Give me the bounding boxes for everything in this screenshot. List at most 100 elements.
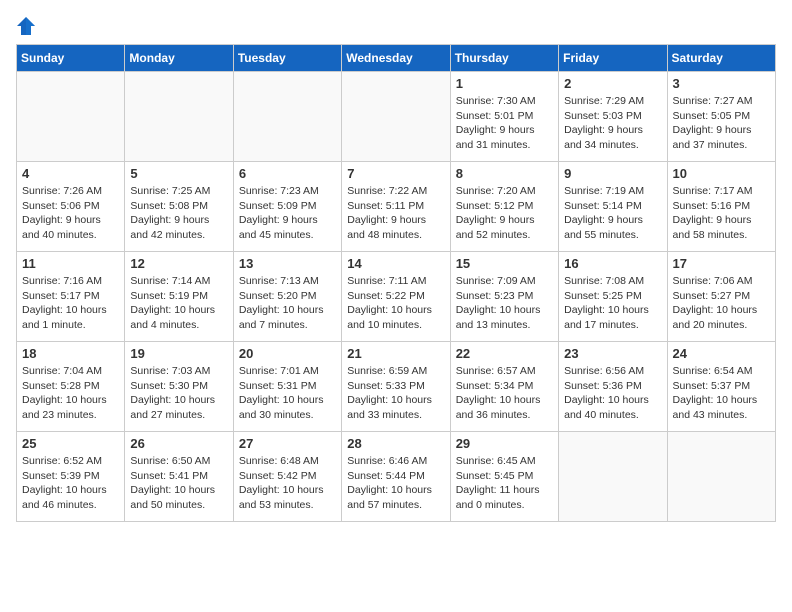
day-info: Sunrise: 6:45 AM Sunset: 5:45 PM Dayligh… bbox=[456, 454, 553, 513]
calendar-cell: 7 Sunrise: 7:22 AM Sunset: 5:11 PM Daylig… bbox=[342, 162, 450, 252]
weekday-header-monday: Monday bbox=[125, 45, 233, 72]
day-number: 23 bbox=[564, 346, 661, 361]
day-number: 7 bbox=[347, 166, 444, 181]
day-info: Sunrise: 7:08 AM Sunset: 5:25 PM Dayligh… bbox=[564, 274, 661, 333]
weekday-header-sunday: Sunday bbox=[17, 45, 125, 72]
calendar-cell: 3Sunrise: 7:27 AM Sunset: 5:05 PM Daylig… bbox=[667, 72, 775, 162]
day-number: 11 bbox=[22, 256, 119, 271]
calendar-cell: 28 Sunrise: 6:46 AM Sunset: 5:44 PM Dayli… bbox=[342, 432, 450, 522]
day-number: 1 bbox=[456, 76, 553, 91]
day-info: Sunrise: 7:09 AM Sunset: 5:23 PM Dayligh… bbox=[456, 274, 553, 333]
day-number: 15 bbox=[456, 256, 553, 271]
day-number: 18 bbox=[22, 346, 119, 361]
day-info: Sunrise: 7:23 AM Sunset: 5:09 PM Dayligh… bbox=[239, 184, 336, 243]
calendar-table: SundayMondayTuesdayWednesdayThursdayFrid… bbox=[16, 44, 776, 522]
day-info: Sunrise: 7:03 AM Sunset: 5:30 PM Dayligh… bbox=[130, 364, 227, 423]
calendar-cell: 9 Sunrise: 7:19 AM Sunset: 5:14 PM Daylig… bbox=[559, 162, 667, 252]
calendar-cell bbox=[342, 72, 450, 162]
day-number: 29 bbox=[456, 436, 553, 451]
logo bbox=[16, 16, 40, 36]
calendar-cell bbox=[233, 72, 341, 162]
calendar-cell: 26 Sunrise: 6:50 AM Sunset: 5:41 PM Dayli… bbox=[125, 432, 233, 522]
day-number: 25 bbox=[22, 436, 119, 451]
calendar-cell: 17Sunrise: 7:06 AM Sunset: 5:27 PM Dayli… bbox=[667, 252, 775, 342]
day-number: 12 bbox=[130, 256, 227, 271]
day-number: 8 bbox=[456, 166, 553, 181]
page-header bbox=[16, 16, 776, 36]
day-info: Sunrise: 7:27 AM Sunset: 5:05 PM Dayligh… bbox=[673, 94, 770, 153]
day-number: 19 bbox=[130, 346, 227, 361]
calendar-cell: 21Sunrise: 6:59 AM Sunset: 5:33 PM Dayli… bbox=[342, 342, 450, 432]
day-number: 14 bbox=[347, 256, 444, 271]
day-info: Sunrise: 6:50 AM Sunset: 5:41 PM Dayligh… bbox=[130, 454, 227, 513]
calendar-cell: 20 Sunrise: 7:01 AM Sunset: 5:31 PM Dayli… bbox=[233, 342, 341, 432]
day-number: 28 bbox=[347, 436, 444, 451]
day-info: Sunrise: 7:13 AM Sunset: 5:20 PM Dayligh… bbox=[239, 274, 336, 333]
day-info: Sunrise: 7:26 AM Sunset: 5:06 PM Dayligh… bbox=[22, 184, 119, 243]
day-info: Sunrise: 6:54 AM Sunset: 5:37 PM Dayligh… bbox=[673, 364, 770, 423]
weekday-header-thursday: Thursday bbox=[450, 45, 558, 72]
day-number: 10 bbox=[673, 166, 770, 181]
day-info: Sunrise: 7:29 AM Sunset: 5:03 PM Dayligh… bbox=[564, 94, 661, 153]
day-info: Sunrise: 7:22 AM Sunset: 5:11 PM Dayligh… bbox=[347, 184, 444, 243]
day-info: Sunrise: 6:46 AM Sunset: 5:44 PM Dayligh… bbox=[347, 454, 444, 513]
day-info: Sunrise: 7:17 AM Sunset: 5:16 PM Dayligh… bbox=[673, 184, 770, 243]
calendar-cell: 12 Sunrise: 7:14 AM Sunset: 5:19 PM Dayli… bbox=[125, 252, 233, 342]
day-info: Sunrise: 6:56 AM Sunset: 5:36 PM Dayligh… bbox=[564, 364, 661, 423]
calendar-cell: 10 Sunrise: 7:17 AM Sunset: 5:16 PM Dayli… bbox=[667, 162, 775, 252]
day-number: 4 bbox=[22, 166, 119, 181]
calendar-cell: 11 Sunrise: 7:16 AM Sunset: 5:17 PM Dayli… bbox=[17, 252, 125, 342]
day-info: Sunrise: 6:57 AM Sunset: 5:34 PM Dayligh… bbox=[456, 364, 553, 423]
day-number: 5 bbox=[130, 166, 227, 181]
weekday-header-friday: Friday bbox=[559, 45, 667, 72]
weekday-header-tuesday: Tuesday bbox=[233, 45, 341, 72]
day-number: 27 bbox=[239, 436, 336, 451]
day-number: 21 bbox=[347, 346, 444, 361]
calendar-cell: 4 Sunrise: 7:26 AM Sunset: 5:06 PM Daylig… bbox=[17, 162, 125, 252]
day-number: 2 bbox=[564, 76, 661, 91]
calendar-cell: 6Sunrise: 7:23 AM Sunset: 5:09 PM Daylig… bbox=[233, 162, 341, 252]
calendar-cell bbox=[125, 72, 233, 162]
calendar-week-2: 4 Sunrise: 7:26 AM Sunset: 5:06 PM Daylig… bbox=[17, 162, 776, 252]
calendar-cell: 1 Sunrise: 7:30 AM Sunset: 5:01 PM Daylig… bbox=[450, 72, 558, 162]
day-info: Sunrise: 6:52 AM Sunset: 5:39 PM Dayligh… bbox=[22, 454, 119, 513]
day-info: Sunrise: 7:19 AM Sunset: 5:14 PM Dayligh… bbox=[564, 184, 661, 243]
logo-icon bbox=[16, 16, 36, 36]
calendar-cell: 8Sunrise: 7:20 AM Sunset: 5:12 PM Daylig… bbox=[450, 162, 558, 252]
calendar-week-1: 1 Sunrise: 7:30 AM Sunset: 5:01 PM Daylig… bbox=[17, 72, 776, 162]
calendar-cell: 19 Sunrise: 7:03 AM Sunset: 5:30 PM Dayli… bbox=[125, 342, 233, 432]
calendar-week-3: 11 Sunrise: 7:16 AM Sunset: 5:17 PM Dayli… bbox=[17, 252, 776, 342]
calendar-cell: 2 Sunrise: 7:29 AM Sunset: 5:03 PM Daylig… bbox=[559, 72, 667, 162]
day-info: Sunrise: 7:25 AM Sunset: 5:08 PM Dayligh… bbox=[130, 184, 227, 243]
day-info: Sunrise: 7:01 AM Sunset: 5:31 PM Dayligh… bbox=[239, 364, 336, 423]
calendar-cell: 23 Sunrise: 6:56 AM Sunset: 5:36 PM Dayli… bbox=[559, 342, 667, 432]
calendar-cell: 25 Sunrise: 6:52 AM Sunset: 5:39 PM Dayli… bbox=[17, 432, 125, 522]
day-number: 13 bbox=[239, 256, 336, 271]
calendar-cell: 15 Sunrise: 7:09 AM Sunset: 5:23 PM Dayli… bbox=[450, 252, 558, 342]
day-number: 22 bbox=[456, 346, 553, 361]
day-number: 17 bbox=[673, 256, 770, 271]
calendar-cell bbox=[667, 432, 775, 522]
weekday-header-row: SundayMondayTuesdayWednesdayThursdayFrid… bbox=[17, 45, 776, 72]
day-number: 16 bbox=[564, 256, 661, 271]
calendar-cell bbox=[17, 72, 125, 162]
calendar-cell bbox=[559, 432, 667, 522]
calendar-cell: 14Sunrise: 7:11 AM Sunset: 5:22 PM Dayli… bbox=[342, 252, 450, 342]
calendar-cell: 16 Sunrise: 7:08 AM Sunset: 5:25 PM Dayli… bbox=[559, 252, 667, 342]
day-info: Sunrise: 7:30 AM Sunset: 5:01 PM Dayligh… bbox=[456, 94, 553, 153]
day-number: 24 bbox=[673, 346, 770, 361]
day-number: 20 bbox=[239, 346, 336, 361]
day-info: Sunrise: 7:16 AM Sunset: 5:17 PM Dayligh… bbox=[22, 274, 119, 333]
calendar-cell: 24 Sunrise: 6:54 AM Sunset: 5:37 PM Dayli… bbox=[667, 342, 775, 432]
day-info: Sunrise: 7:14 AM Sunset: 5:19 PM Dayligh… bbox=[130, 274, 227, 333]
calendar-week-5: 25 Sunrise: 6:52 AM Sunset: 5:39 PM Dayli… bbox=[17, 432, 776, 522]
day-number: 9 bbox=[564, 166, 661, 181]
weekday-header-saturday: Saturday bbox=[667, 45, 775, 72]
day-info: Sunrise: 6:48 AM Sunset: 5:42 PM Dayligh… bbox=[239, 454, 336, 513]
calendar-cell: 13 Sunrise: 7:13 AM Sunset: 5:20 PM Dayli… bbox=[233, 252, 341, 342]
day-number: 26 bbox=[130, 436, 227, 451]
weekday-header-wednesday: Wednesday bbox=[342, 45, 450, 72]
calendar-cell: 29 Sunrise: 6:45 AM Sunset: 5:45 PM Dayli… bbox=[450, 432, 558, 522]
calendar-cell: 5 Sunrise: 7:25 AM Sunset: 5:08 PM Daylig… bbox=[125, 162, 233, 252]
day-info: Sunrise: 7:04 AM Sunset: 5:28 PM Dayligh… bbox=[22, 364, 119, 423]
